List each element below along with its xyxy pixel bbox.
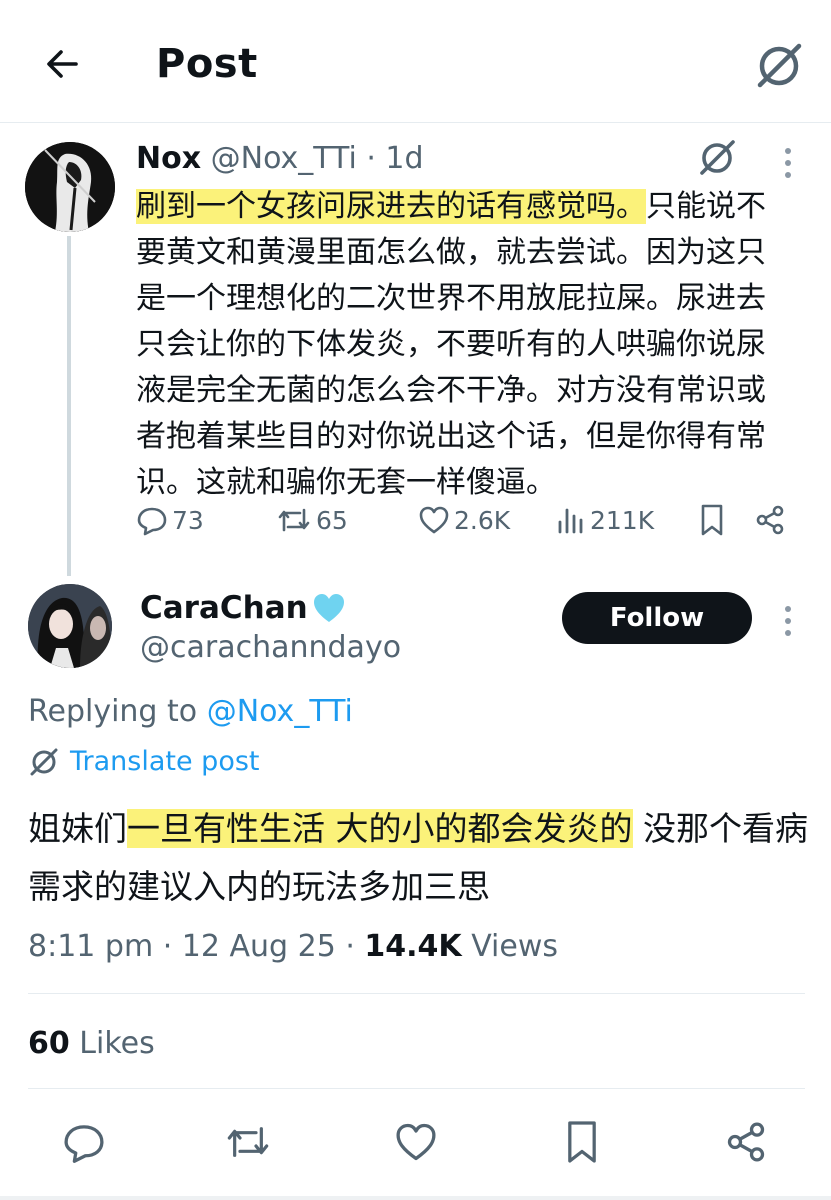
post-text-rest: 只能说不要黄文和黄漫里面怎么做，就去尝试。因为这只是一个理想化的二次世界不用放屁… [136,189,766,500]
share-button[interactable] [716,1112,776,1172]
nox-avatar[interactable] [25,142,115,232]
post-text: 刷到一个女孩问尿进去的话有感觉吗。只能说不要黄文和黄漫里面怎么做，就去尝试。因为… [136,184,786,506]
replying-to: Replying to @Nox_TTi [28,692,353,732]
author-name[interactable]: Nox [136,141,201,176]
likes-summary[interactable]: 60 Likes [28,1024,155,1064]
reply-actions [0,1112,831,1172]
grok-icon [30,748,58,776]
reply-icon [137,507,167,536]
share-icon [727,1122,765,1162]
repost-icon [227,1127,269,1157]
repost-icon [278,508,310,532]
reply-icon [64,1125,104,1163]
more-vertical-icon[interactable] [783,606,793,636]
follow-button[interactable]: Follow [562,592,752,644]
views-icon [558,508,583,534]
replying-prefix: Replying to [28,694,198,729]
translate-label: Translate post [70,745,260,777]
reply-button[interactable]: 73 [136,498,204,542]
like-count: 2.6K [454,505,511,535]
like-icon [419,506,449,534]
grok-icon [700,140,735,175]
post-time: · 1d [366,141,424,176]
repost-button[interactable] [218,1112,278,1172]
divider [28,993,805,994]
repost-button[interactable]: 65 [276,498,348,542]
reply-author-handle[interactable]: @carachanndayo [140,629,401,667]
reply-button[interactable] [54,1112,114,1172]
highlighted-text: 一旦有性生活 大的小的都会发炎的 [127,809,633,848]
avatar-illustration [28,584,112,668]
share-button[interactable] [754,498,786,542]
bottom-divider [0,1196,831,1200]
reply-text: 姐妹们一旦有性生活 大的小的都会发炎的 没那个看病需求的建议入内的玩法多加三思 [28,800,808,916]
divider [28,1088,805,1089]
reply-count: 73 [172,505,204,535]
highlighted-text: 刷到一个女孩问尿进去的话有感觉吗。 [136,189,646,224]
bookmark-icon [568,1121,596,1163]
reply-author-name-text: CaraChan [140,590,308,626]
like-button[interactable] [386,1112,446,1172]
post-time[interactable]: 8:11 pm · 12 Aug 25 · [28,929,364,964]
likes-count: 60 [28,1026,70,1061]
like-button[interactable]: 2.6K [418,498,510,542]
top-bar [0,0,831,123]
replying-handle-link[interactable]: @Nox_TTi [207,694,353,729]
reply-author-name[interactable]: CaraChan [140,588,346,628]
bookmark-icon [701,504,723,536]
views-count: 14.4K [364,929,462,964]
translate-post-button[interactable]: Translate post [28,741,260,781]
author-handle[interactable]: @Nox_TTi [211,141,357,176]
back-button[interactable] [36,38,88,90]
thread-connector [67,236,71,576]
likes-label: Likes [69,1026,155,1061]
bookmark-button[interactable] [552,1112,612,1172]
post-timestamp-line: 8:11 pm · 12 Aug 25 · 14.4K Views [28,926,558,968]
grok-button-post[interactable] [696,136,738,178]
reply-text-pre: 姐妹们 [28,809,127,848]
like-icon [396,1123,436,1161]
more-vertical-icon[interactable] [783,148,793,178]
grok-icon [757,43,802,88]
avatar-illustration [25,142,115,232]
carachan-avatar[interactable] [28,584,112,668]
share-icon [756,505,784,535]
post-actions: 73 65 2.6K 211K [136,498,796,542]
views-label: Views [461,929,559,964]
bookmark-button[interactable] [698,498,726,542]
views-count: 211K [590,505,655,535]
grok-button[interactable] [752,38,806,92]
page-title: Post [156,41,258,87]
back-arrow-icon [47,50,78,78]
views-button[interactable]: 211K [556,498,654,542]
repost-count: 65 [316,505,348,535]
post-header: Nox @Nox_TTi · 1d [136,140,424,178]
blue-heart-icon [313,594,344,622]
